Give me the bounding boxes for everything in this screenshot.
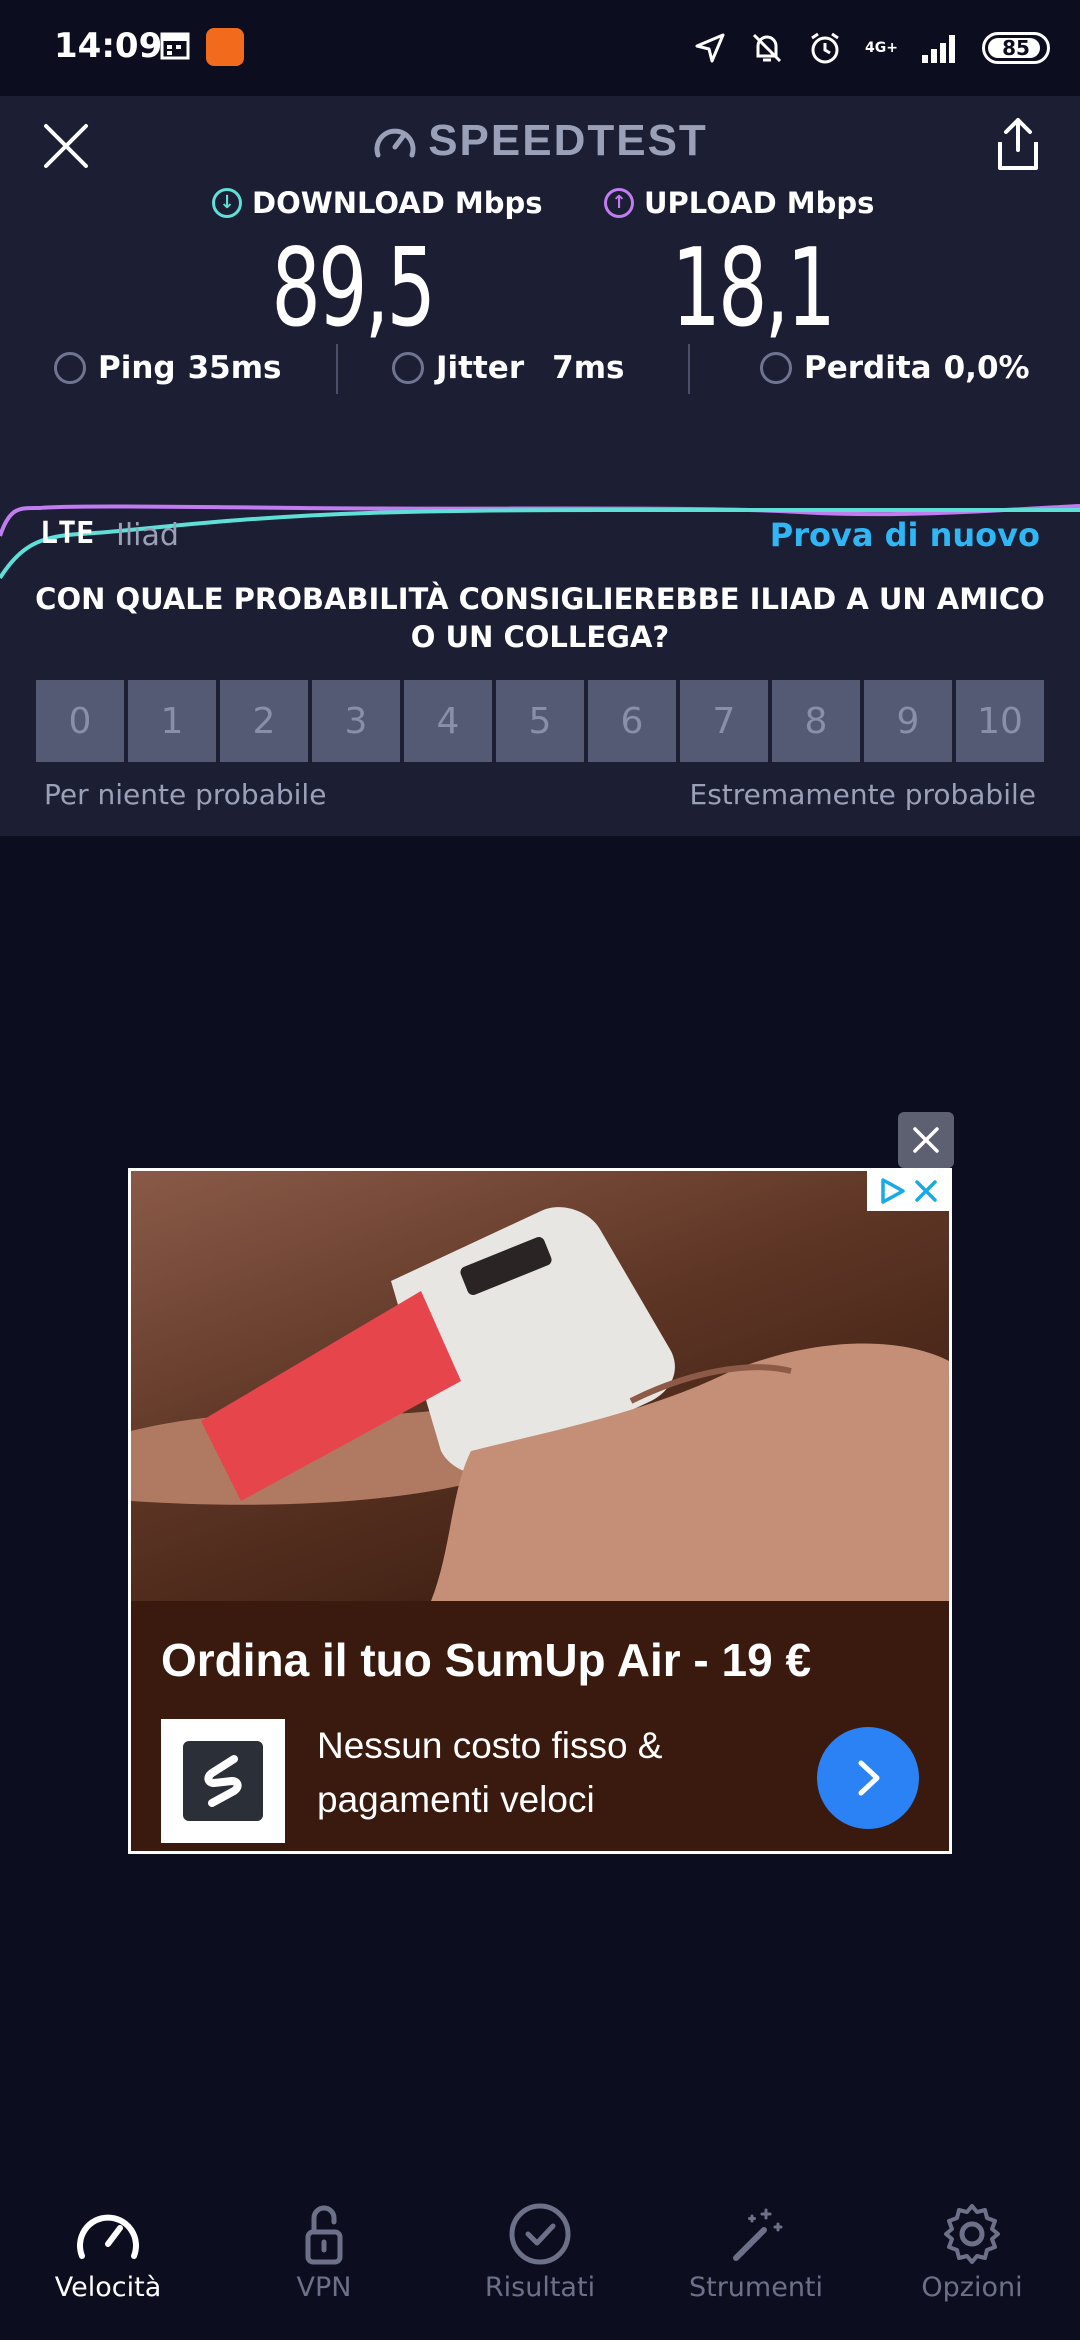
ad-go-button[interactable]	[817, 1727, 919, 1829]
ping-value: 35ms	[187, 350, 282, 386]
nav-label: Opzioni	[921, 2272, 1023, 2303]
nps-option[interactable]: 0	[36, 680, 124, 762]
sumup-logo	[161, 1719, 285, 1843]
packet-loss-icon	[760, 352, 792, 384]
speedometer-logo-icon	[374, 128, 416, 158]
nav-item-velocita[interactable]: Velocità	[0, 2202, 216, 2303]
alarm-icon	[811, 32, 839, 64]
location-icon	[695, 33, 725, 63]
ping-label: Ping	[98, 350, 176, 386]
card-reader-illustration	[131, 1207, 949, 1601]
nps-option[interactable]: 1	[128, 680, 216, 762]
loss-label: Perdita	[804, 350, 932, 386]
nps-option[interactable]: 10	[956, 680, 1044, 762]
nps-option[interactable]: 2	[220, 680, 308, 762]
nps-option[interactable]: 5	[496, 680, 584, 762]
network-type: 4G+	[865, 40, 898, 56]
jitter-value: 7ms	[552, 350, 625, 386]
nav-item-strumenti[interactable]: Strumenti	[648, 2202, 864, 2303]
bell-off-icon	[752, 33, 782, 63]
ping-icon	[54, 352, 86, 384]
adchoices-badge[interactable]	[867, 1171, 949, 1211]
nps-option[interactable]: 3	[312, 680, 400, 762]
nps-option[interactable]: 9	[864, 680, 952, 762]
ad-close-x-icon	[915, 1180, 937, 1202]
calendar-icon	[160, 32, 190, 60]
download-label: DOWNLOAD Mbps	[252, 186, 543, 220]
share-icon[interactable]	[992, 114, 1044, 174]
ad-banner[interactable]: Ordina il tuo SumUp Air - 19 € Nessun co…	[128, 1168, 952, 1854]
connection-type: LTE	[40, 516, 95, 551]
stats-row: Ping 35ms Jitter 7ms Perdita 0,0%	[0, 344, 1080, 400]
sumup-s-icon	[204, 1755, 242, 1807]
loss-value: 0,0%	[943, 350, 1030, 386]
nps-low-label: Per niente probabile	[44, 778, 327, 811]
close-icon	[913, 1127, 939, 1153]
speed-results-panel: SPEEDTEST ↓ DOWNLOAD Mbps 89,5 ↑ UPLOAD …	[0, 96, 1080, 836]
upload-header: ↑ UPLOAD Mbps	[604, 186, 874, 220]
magic-wand-icon	[733, 2208, 783, 2261]
chevron-right-icon	[858, 1760, 880, 1796]
nps-option[interactable]: 7	[680, 680, 768, 762]
nav-label: Velocità	[54, 2272, 162, 2303]
app-logo: SPEEDTEST	[0, 116, 1080, 166]
ping-stat: Ping 35ms	[54, 350, 282, 386]
bottom-navigation: Velocità VPN Risultati Strumenti Opzioni	[0, 2180, 1080, 2340]
jitter-icon	[392, 352, 424, 384]
upload-value: 18,1	[671, 226, 836, 351]
nps-scale: 0 1 2 3 4 5 6 7 8 9 10	[36, 680, 1044, 762]
upload-arrow-icon: ↑	[604, 188, 634, 218]
nav-label: Risultati	[484, 2272, 596, 2303]
survey-question: CON QUALE PROBABILITÀ CONSIGLIEREBBE ILI…	[35, 582, 1045, 654]
status-icons: 4G+ 85	[693, 26, 1050, 70]
ad-close-button[interactable]	[898, 1112, 954, 1168]
jitter-stat: Jitter 7ms	[392, 350, 624, 386]
nps-option[interactable]: 4	[404, 680, 492, 762]
signal-icon	[922, 35, 955, 63]
nps-option[interactable]: 6	[588, 680, 676, 762]
status-time: 14:09	[54, 26, 163, 66]
nav-item-risultati[interactable]: Risultati	[432, 2202, 648, 2303]
retry-link[interactable]: Prova di nuovo	[770, 516, 1040, 554]
mi-app-icon	[206, 28, 244, 66]
battery-icon: 85	[982, 32, 1050, 64]
upload-label: UPLOAD Mbps	[644, 186, 875, 220]
nps-high-label: Estremamente probabile	[689, 778, 1036, 811]
battery-level: 85	[1002, 36, 1030, 60]
nav-label: VPN	[296, 2272, 352, 2303]
stats-divider	[688, 344, 690, 394]
stats-divider	[336, 344, 338, 394]
carrier-name: Iliad	[116, 518, 179, 553]
jitter-label: Jitter	[436, 350, 525, 386]
connection-row: LTE Iliad Prova di nuovo	[40, 516, 1040, 566]
nav-item-vpn[interactable]: VPN	[216, 2202, 432, 2303]
ad-image	[131, 1171, 949, 1601]
adchoices-icon	[881, 1178, 905, 1204]
ad-description: Nessun costo fisso & pagamenti veloci	[317, 1725, 663, 1820]
app-title: SPEEDTEST	[428, 116, 708, 165]
download-value: 89,5	[271, 226, 436, 351]
status-bar: 14:09 4G+ 85	[0, 0, 1080, 96]
lock-open-icon	[305, 2205, 343, 2265]
nps-option[interactable]: 8	[772, 680, 860, 762]
gear-icon	[944, 2204, 1000, 2264]
download-arrow-icon: ↓	[212, 188, 242, 218]
nav-item-opzioni[interactable]: Opzioni	[864, 2202, 1080, 2303]
speedometer-icon	[77, 2214, 139, 2259]
ad-title: Ordina il tuo SumUp Air - 19 €	[161, 1634, 812, 1686]
loss-stat: Perdita 0,0%	[760, 350, 1030, 386]
nav-label: Strumenti	[688, 2272, 824, 2303]
check-circle-icon	[509, 2203, 571, 2265]
download-header: ↓ DOWNLOAD Mbps	[212, 186, 543, 220]
